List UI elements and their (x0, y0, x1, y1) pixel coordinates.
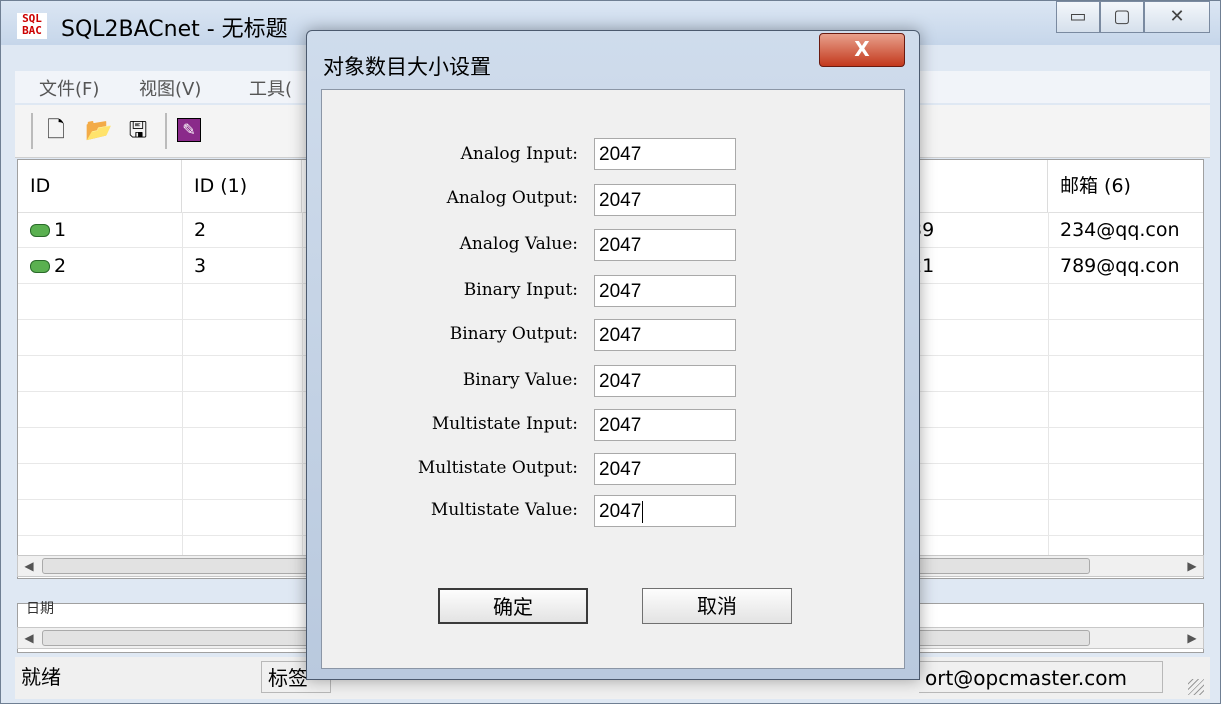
main-window-title: SQL2BACnet - 无标题 (61, 17, 288, 42)
toolbar-separator (31, 113, 33, 149)
column-header-email[interactable]: 邮箱 (6) (1048, 160, 1205, 212)
menu-view[interactable]: 视图(V) (139, 75, 201, 101)
tag-icon (30, 224, 50, 237)
text-caret (642, 500, 644, 523)
status-contact: ort@opcmaster.com (919, 661, 1163, 693)
row-id1-cell: 2 (194, 219, 207, 241)
open-folder-icon[interactable]: 📂 (85, 118, 112, 144)
column-header-id[interactable]: ID (18, 160, 182, 212)
close-icon[interactable]: X (819, 33, 905, 67)
cancel-button[interactable]: 取消 (642, 588, 792, 624)
toolbar-separator (165, 113, 167, 149)
object-size-dialog: 对象数目大小设置 X Analog Input: 2047 Analog Out… (306, 30, 920, 680)
status-ready: 就绪 (21, 665, 61, 689)
tag-icon (30, 260, 50, 273)
multistate-output-field[interactable]: 2047 (594, 453, 736, 485)
window-controls: ▭ ▢ ✕ (1056, 1, 1210, 33)
maximize-icon[interactable]: ▢ (1100, 1, 1144, 33)
binary-output-field[interactable]: 2047 (594, 319, 736, 351)
dialog-title: 对象数目大小设置 (323, 55, 491, 79)
row-id: 2 (54, 255, 67, 277)
menu-file[interactable]: 文件(F) (39, 75, 99, 101)
column-header-id-1[interactable]: ID (1) (182, 160, 302, 212)
edit-icon[interactable]: ✎ (177, 118, 201, 142)
new-file-icon[interactable]: 🗋 (43, 118, 69, 144)
save-icon[interactable]: 🖫 (125, 118, 151, 144)
multistate-input-label: Multistate Input: (431, 414, 578, 434)
minimize-icon[interactable]: ▭ (1056, 1, 1100, 33)
binary-value-label: Binary Value: (462, 370, 578, 390)
analog-value-field[interactable]: 2047 (594, 229, 736, 261)
analog-input-field[interactable]: 2047 (594, 138, 736, 170)
resize-grip-icon[interactable] (1188, 679, 1204, 695)
binary-input-label: Binary Input: (463, 280, 578, 300)
scroll-right-icon[interactable]: ▶ (1181, 556, 1203, 576)
menu-tools[interactable]: 工具( (249, 75, 292, 101)
row-id1-cell: 3 (194, 255, 207, 277)
row-id: 1 (54, 219, 67, 241)
multistate-value-field[interactable]: 2047 (594, 495, 736, 527)
analog-output-field[interactable]: 2047 (594, 184, 736, 216)
row-email-cell: 234@qq.con (1060, 219, 1180, 241)
binary-value-field[interactable]: 2047 (594, 365, 736, 397)
close-icon[interactable]: ✕ (1144, 1, 1210, 33)
analog-output-label: Analog Output: (446, 188, 578, 208)
multistate-output-label: Multistate Output: (417, 458, 578, 478)
scroll-left-icon[interactable]: ◀ (18, 556, 40, 576)
app-icon: SQL BAC (17, 13, 47, 39)
row-id-cell: 2 (18, 248, 66, 284)
multistate-input-field[interactable]: 2047 (594, 409, 736, 441)
ok-button[interactable]: 确定 (438, 588, 588, 624)
log-header-date: 日期 (26, 601, 54, 617)
binary-output-label: Binary Output: (449, 324, 578, 344)
row-id-cell: 1 (18, 212, 66, 248)
row-email-cell: 789@qq.con (1060, 255, 1180, 277)
multistate-value-text: 2047 (599, 501, 642, 522)
scroll-right-icon[interactable]: ▶ (1181, 628, 1203, 648)
dialog-body: Analog Input: 2047 Analog Output: 2047 A… (321, 89, 905, 669)
multistate-value-label: Multistate Value: (430, 500, 578, 520)
binary-input-field[interactable]: 2047 (594, 275, 736, 307)
analog-input-label: Analog Input: (460, 144, 578, 164)
scroll-left-icon[interactable]: ◀ (18, 628, 40, 648)
analog-value-label: Analog Value: (459, 234, 578, 254)
